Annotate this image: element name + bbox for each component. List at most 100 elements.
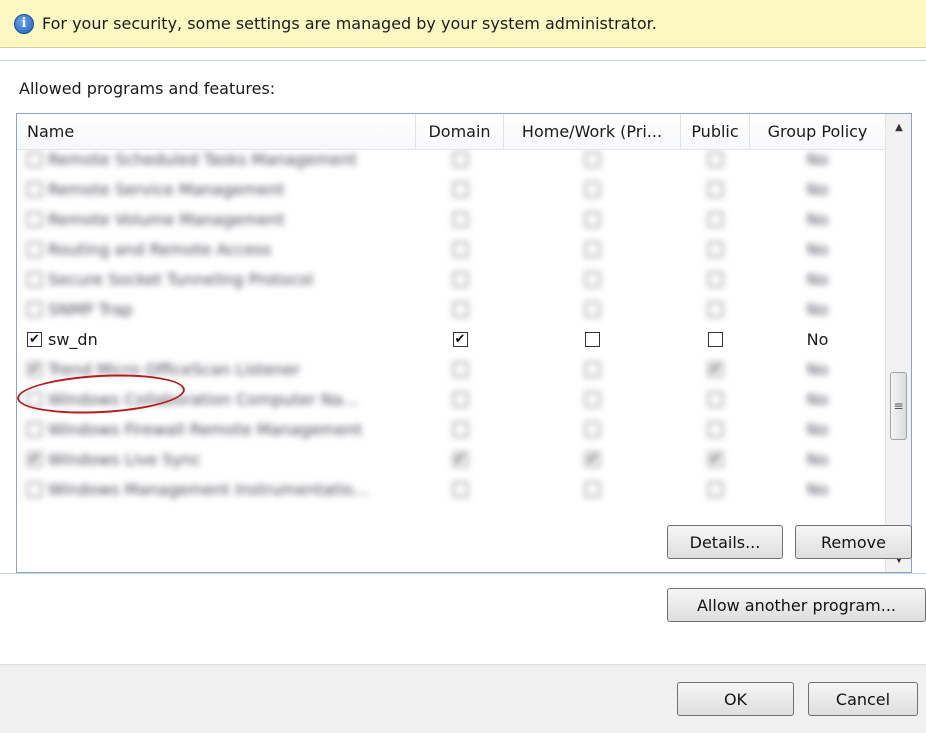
home-work-checkbox[interactable]	[585, 481, 600, 497]
table-row[interactable]: Remote Service Management No	[17, 174, 885, 204]
domain-checkbox[interactable]	[452, 481, 468, 497]
domain-checkbox[interactable]: ✔	[452, 451, 468, 467]
table-row[interactable]: Windows Management Instrumentatio... No	[17, 474, 885, 504]
cell-domain	[416, 384, 504, 414]
allowed-programs-group: Allowed programs and features: Name Doma…	[0, 60, 926, 574]
cell-group-policy: No	[750, 354, 885, 384]
domain-checkbox[interactable]	[452, 151, 468, 167]
public-checkbox[interactable]	[708, 421, 723, 437]
scroll-up-arrow-icon[interactable]: ▲	[886, 116, 911, 138]
scrollbar-thumb[interactable]: ≡	[890, 372, 907, 440]
cell-domain	[416, 474, 504, 504]
domain-checkbox[interactable]	[452, 271, 468, 287]
cell-public: ✔	[681, 444, 750, 474]
domain-checkbox[interactable]	[452, 391, 468, 407]
column-header-home-work[interactable]: Home/Work (Pri...	[504, 114, 681, 150]
domain-checkbox[interactable]: ✔	[452, 331, 468, 347]
group-policy-value: No	[806, 329, 829, 349]
domain-checkbox[interactable]	[452, 361, 468, 377]
ok-button[interactable]: OK	[677, 682, 794, 716]
program-enabled-checkbox[interactable]: ✔	[27, 361, 42, 377]
vertical-scrollbar[interactable]: ▲ ≡ ▼	[885, 114, 911, 572]
public-checkbox[interactable]	[708, 241, 723, 257]
public-checkbox[interactable]	[708, 481, 723, 497]
cell-home-work	[504, 384, 681, 414]
cell-domain: ✔	[416, 444, 504, 474]
program-enabled-checkbox[interactable]: ✔	[27, 331, 42, 347]
public-checkbox[interactable]	[708, 391, 723, 407]
home-work-checkbox[interactable]	[585, 421, 600, 437]
column-header-name[interactable]: Name	[17, 114, 416, 150]
program-enabled-checkbox[interactable]	[27, 271, 42, 287]
allowed-programs-list[interactable]: Name Domain Home/Work (Pri... Public Gro…	[16, 113, 912, 573]
group-policy-value: No	[806, 299, 829, 319]
table-row[interactable]: Windows Firewall Remote Management No	[17, 414, 885, 444]
cell-domain	[416, 414, 504, 444]
info-icon: i	[14, 13, 34, 34]
public-checkbox[interactable]	[708, 181, 723, 197]
cell-home-work	[504, 414, 681, 444]
home-work-checkbox[interactable]	[585, 361, 600, 377]
group-policy-value: No	[806, 150, 829, 169]
home-work-checkbox[interactable]	[585, 241, 600, 257]
cell-group-policy: No	[750, 264, 885, 294]
table-row[interactable]: Remote Volume Management No	[17, 204, 885, 234]
cell-public	[681, 324, 750, 354]
home-work-checkbox[interactable]	[585, 211, 600, 227]
program-enabled-checkbox[interactable]	[27, 481, 42, 497]
table-row[interactable]: SNMP Trap No	[17, 294, 885, 324]
public-checkbox[interactable]	[708, 151, 723, 167]
table-row[interactable]: Remote Scheduled Tasks Management No	[17, 150, 885, 174]
allow-another-program-button[interactable]: Allow another program...	[667, 588, 926, 622]
cell-public	[681, 204, 750, 234]
cell-home-work	[504, 324, 681, 354]
cancel-button[interactable]: Cancel	[808, 682, 918, 716]
public-checkbox[interactable]: ✔	[708, 361, 723, 377]
remove-button[interactable]: Remove	[795, 525, 912, 559]
program-enabled-checkbox[interactable]: ✔	[27, 451, 42, 467]
table-row[interactable]: Routing and Remote Access No	[17, 234, 885, 264]
public-checkbox[interactable]	[708, 301, 723, 317]
home-work-checkbox[interactable]	[585, 271, 600, 287]
group-policy-value: No	[806, 449, 829, 469]
cell-group-policy: No	[750, 174, 885, 204]
home-work-checkbox[interactable]: ✔	[585, 451, 600, 467]
public-checkbox[interactable]	[708, 271, 723, 287]
cell-public	[681, 264, 750, 294]
column-header-group-policy[interactable]: Group Policy	[750, 114, 885, 150]
home-work-checkbox[interactable]	[585, 151, 600, 167]
column-header-public[interactable]: Public	[681, 114, 750, 150]
table-row[interactable]: ✔ sw_dn ✔ No	[17, 324, 885, 354]
cell-public	[681, 474, 750, 504]
group-policy-value: No	[806, 419, 829, 439]
domain-checkbox[interactable]	[452, 211, 468, 227]
public-checkbox[interactable]	[708, 211, 723, 227]
details-button[interactable]: Details...	[667, 525, 783, 559]
program-name: Secure Socket Tunneling Protocol	[48, 269, 314, 289]
cell-home-work	[504, 174, 681, 204]
table-row[interactable]: Secure Socket Tunneling Protocol No	[17, 264, 885, 294]
public-checkbox[interactable]: ✔	[708, 451, 723, 467]
program-enabled-checkbox[interactable]	[27, 301, 42, 317]
program-enabled-checkbox[interactable]	[27, 211, 42, 227]
domain-checkbox[interactable]	[452, 421, 468, 437]
home-work-checkbox[interactable]	[585, 301, 600, 317]
program-enabled-checkbox[interactable]	[27, 241, 42, 257]
home-work-checkbox[interactable]	[585, 181, 600, 197]
domain-checkbox[interactable]	[452, 301, 468, 317]
program-enabled-checkbox[interactable]	[27, 181, 42, 197]
program-enabled-checkbox[interactable]	[27, 151, 42, 167]
table-row[interactable]: ✔ Windows Live Sync ✔ ✔ ✔ No	[17, 444, 885, 474]
cell-group-policy: No	[750, 324, 885, 354]
program-name: Windows Management Instrumentatio...	[48, 479, 369, 499]
home-work-checkbox[interactable]	[585, 331, 600, 347]
program-name: Windows Live Sync	[48, 449, 201, 469]
domain-checkbox[interactable]	[452, 181, 468, 197]
group-policy-value: No	[806, 389, 829, 409]
public-checkbox[interactable]	[708, 331, 723, 347]
domain-checkbox[interactable]	[452, 241, 468, 257]
program-enabled-checkbox[interactable]	[27, 421, 42, 437]
home-work-checkbox[interactable]	[585, 391, 600, 407]
column-header-domain[interactable]: Domain	[416, 114, 504, 150]
cell-home-work	[504, 204, 681, 234]
